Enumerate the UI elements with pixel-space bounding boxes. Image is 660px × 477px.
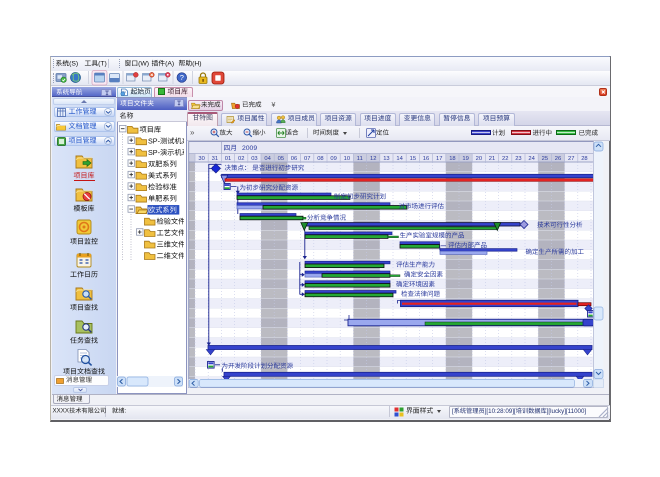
svg-text:31: 31 bbox=[212, 156, 218, 162]
svg-text:04: 04 bbox=[264, 156, 271, 162]
svg-text:(H): (H) bbox=[192, 61, 201, 68]
svg-text:(T): (T) bbox=[98, 61, 107, 68]
svg-text:»: » bbox=[190, 128, 195, 137]
svg-text:XXXX: XXXX bbox=[53, 408, 70, 415]
svg-text:28: 28 bbox=[581, 156, 587, 162]
svg-text:(A): (A) bbox=[165, 61, 174, 68]
svg-text:20: 20 bbox=[476, 156, 482, 162]
svg-text:12: 12 bbox=[370, 156, 376, 162]
svg-text:26: 26 bbox=[555, 156, 561, 162]
svg-text:24: 24 bbox=[528, 156, 535, 162]
svg-text:10: 10 bbox=[344, 156, 350, 162]
svg-text:22: 22 bbox=[502, 156, 508, 162]
svg-text:][lucky][11000]: ][lucky][11000] bbox=[547, 408, 587, 415]
svg-text:13: 13 bbox=[383, 156, 389, 162]
svg-text:11: 11 bbox=[357, 156, 363, 162]
svg-text:(S): (S) bbox=[69, 61, 78, 68]
svg-text:19: 19 bbox=[462, 156, 468, 162]
svg-text:16: 16 bbox=[423, 156, 429, 162]
svg-text:30: 30 bbox=[198, 156, 204, 162]
svg-text:25: 25 bbox=[542, 156, 548, 162]
svg-text:[: [ bbox=[452, 408, 454, 415]
svg-text:01: 01 bbox=[225, 156, 231, 162]
svg-text::: : bbox=[125, 408, 127, 415]
svg-text:18: 18 bbox=[449, 156, 455, 162]
svg-text:23: 23 bbox=[515, 156, 521, 162]
svg-text:03: 03 bbox=[251, 156, 257, 162]
svg-text:SP-: SP- bbox=[148, 148, 161, 157]
svg-text:07: 07 bbox=[304, 156, 310, 162]
svg-text:][10:28:09][: ][10:28:09][ bbox=[485, 408, 516, 415]
svg-text:(W): (W) bbox=[138, 61, 149, 68]
svg-text:SP-: SP- bbox=[148, 136, 161, 145]
svg-text:21: 21 bbox=[489, 156, 495, 162]
svg-text:09: 09 bbox=[330, 156, 336, 162]
svg-text:14: 14 bbox=[396, 156, 403, 162]
svg-text:06: 06 bbox=[291, 156, 297, 162]
svg-text:¥: ¥ bbox=[272, 102, 276, 109]
svg-text:08: 08 bbox=[317, 156, 323, 162]
svg-text:17: 17 bbox=[436, 156, 442, 162]
svg-text:02: 02 bbox=[238, 156, 244, 162]
svg-text:27: 27 bbox=[568, 156, 574, 162]
svg-text:15: 15 bbox=[410, 156, 416, 162]
svg-text:2009: 2009 bbox=[242, 145, 257, 152]
svg-text:05: 05 bbox=[278, 156, 284, 162]
